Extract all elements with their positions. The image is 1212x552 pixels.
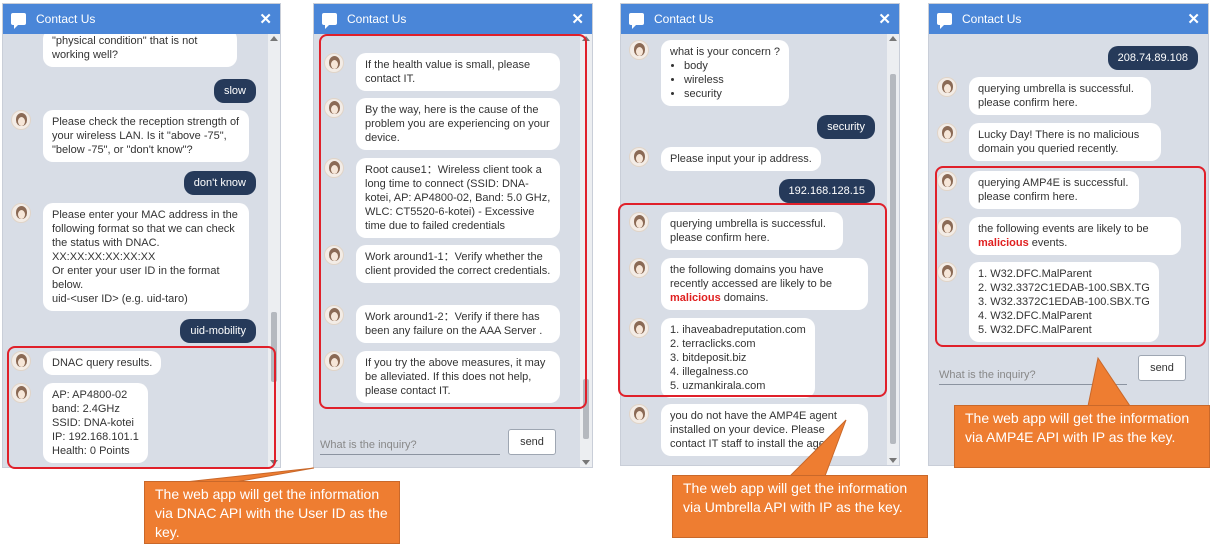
callout-pointers — [184, 356, 1131, 483]
callout-amp4e: The web app will get the information via… — [954, 405, 1210, 468]
callout-umbrella: The web app will get the information via… — [672, 475, 928, 538]
callout-dnac: The web app will get the information via… — [144, 481, 400, 544]
umbrella-pointer — [788, 419, 847, 477]
amp4e-pointer — [1087, 356, 1131, 407]
screenshot-stage: Contact Us ✕ "physical condition" that i… — [0, 0, 1212, 552]
dnac-pointer — [184, 467, 315, 483]
